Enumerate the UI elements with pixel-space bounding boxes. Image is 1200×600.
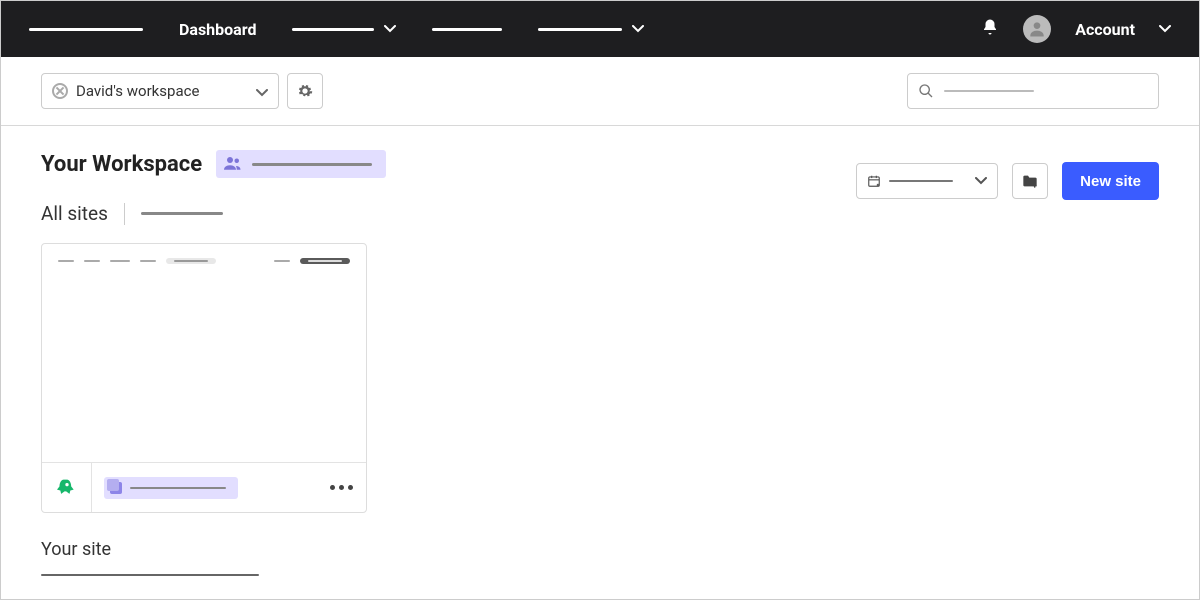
- page-actions: New site: [856, 162, 1159, 200]
- preview-tab-light: [166, 258, 216, 264]
- nav-dashboard-label: Dashboard: [179, 20, 256, 39]
- notifications-icon[interactable]: [981, 18, 999, 40]
- date-range-selector[interactable]: [856, 163, 998, 199]
- nav-item-dropdown-1[interactable]: [292, 25, 396, 33]
- workspace-name: David's workspace: [76, 82, 199, 100]
- site-more-button[interactable]: [316, 463, 366, 512]
- site-preview: [42, 244, 366, 462]
- top-nav: Dashboard Account: [1, 1, 1199, 57]
- chevron-down-icon: [975, 177, 987, 185]
- more-icon: [330, 485, 353, 490]
- workspace-bar: David's workspace: [1, 57, 1199, 126]
- account-menu[interactable]: Account: [1075, 20, 1171, 39]
- nav-item-dashboard[interactable]: Dashboard: [179, 20, 256, 39]
- people-icon: [224, 155, 242, 174]
- nav-item-dropdown-2[interactable]: [538, 25, 644, 33]
- site-name-chip[interactable]: [104, 477, 238, 499]
- search-placeholder: [944, 90, 1034, 92]
- search-icon: [918, 83, 934, 99]
- nav-item-3[interactable]: [432, 28, 502, 31]
- your-site-placeholder: [41, 574, 259, 576]
- account-label: Account: [1075, 20, 1135, 39]
- nav-item-logo[interactable]: [29, 28, 143, 31]
- all-sites-heading: All sites: [41, 202, 108, 225]
- chevron-down-icon: [1159, 25, 1171, 33]
- search-input[interactable]: [907, 73, 1159, 109]
- divider: [124, 203, 125, 225]
- folder-icon: [110, 482, 122, 494]
- close-circle-icon: [52, 83, 68, 99]
- your-site-heading: Your site: [41, 539, 856, 560]
- page-title: Your Workspace: [41, 152, 202, 177]
- workspace-settings-button[interactable]: [287, 73, 323, 109]
- workspace-selector[interactable]: David's workspace: [41, 73, 279, 109]
- filter-placeholder[interactable]: [141, 212, 223, 215]
- folder-add-icon: [1022, 174, 1038, 188]
- site-card[interactable]: [41, 243, 367, 513]
- site-status: [42, 463, 92, 512]
- gear-icon: [297, 83, 313, 99]
- add-folder-button[interactable]: [1012, 163, 1048, 199]
- preview-tab-dark: [300, 258, 350, 264]
- avatar[interactable]: [1023, 15, 1051, 43]
- workspace-badge[interactable]: [216, 150, 386, 178]
- chevron-down-icon: [256, 82, 268, 101]
- chevron-down-icon: [384, 25, 396, 33]
- chevron-down-icon: [632, 25, 644, 33]
- new-site-button[interactable]: New site: [1062, 162, 1159, 200]
- main-content: Your Workspace All sites: [1, 126, 1199, 600]
- rocket-icon: [57, 477, 77, 499]
- calendar-icon: [867, 174, 881, 188]
